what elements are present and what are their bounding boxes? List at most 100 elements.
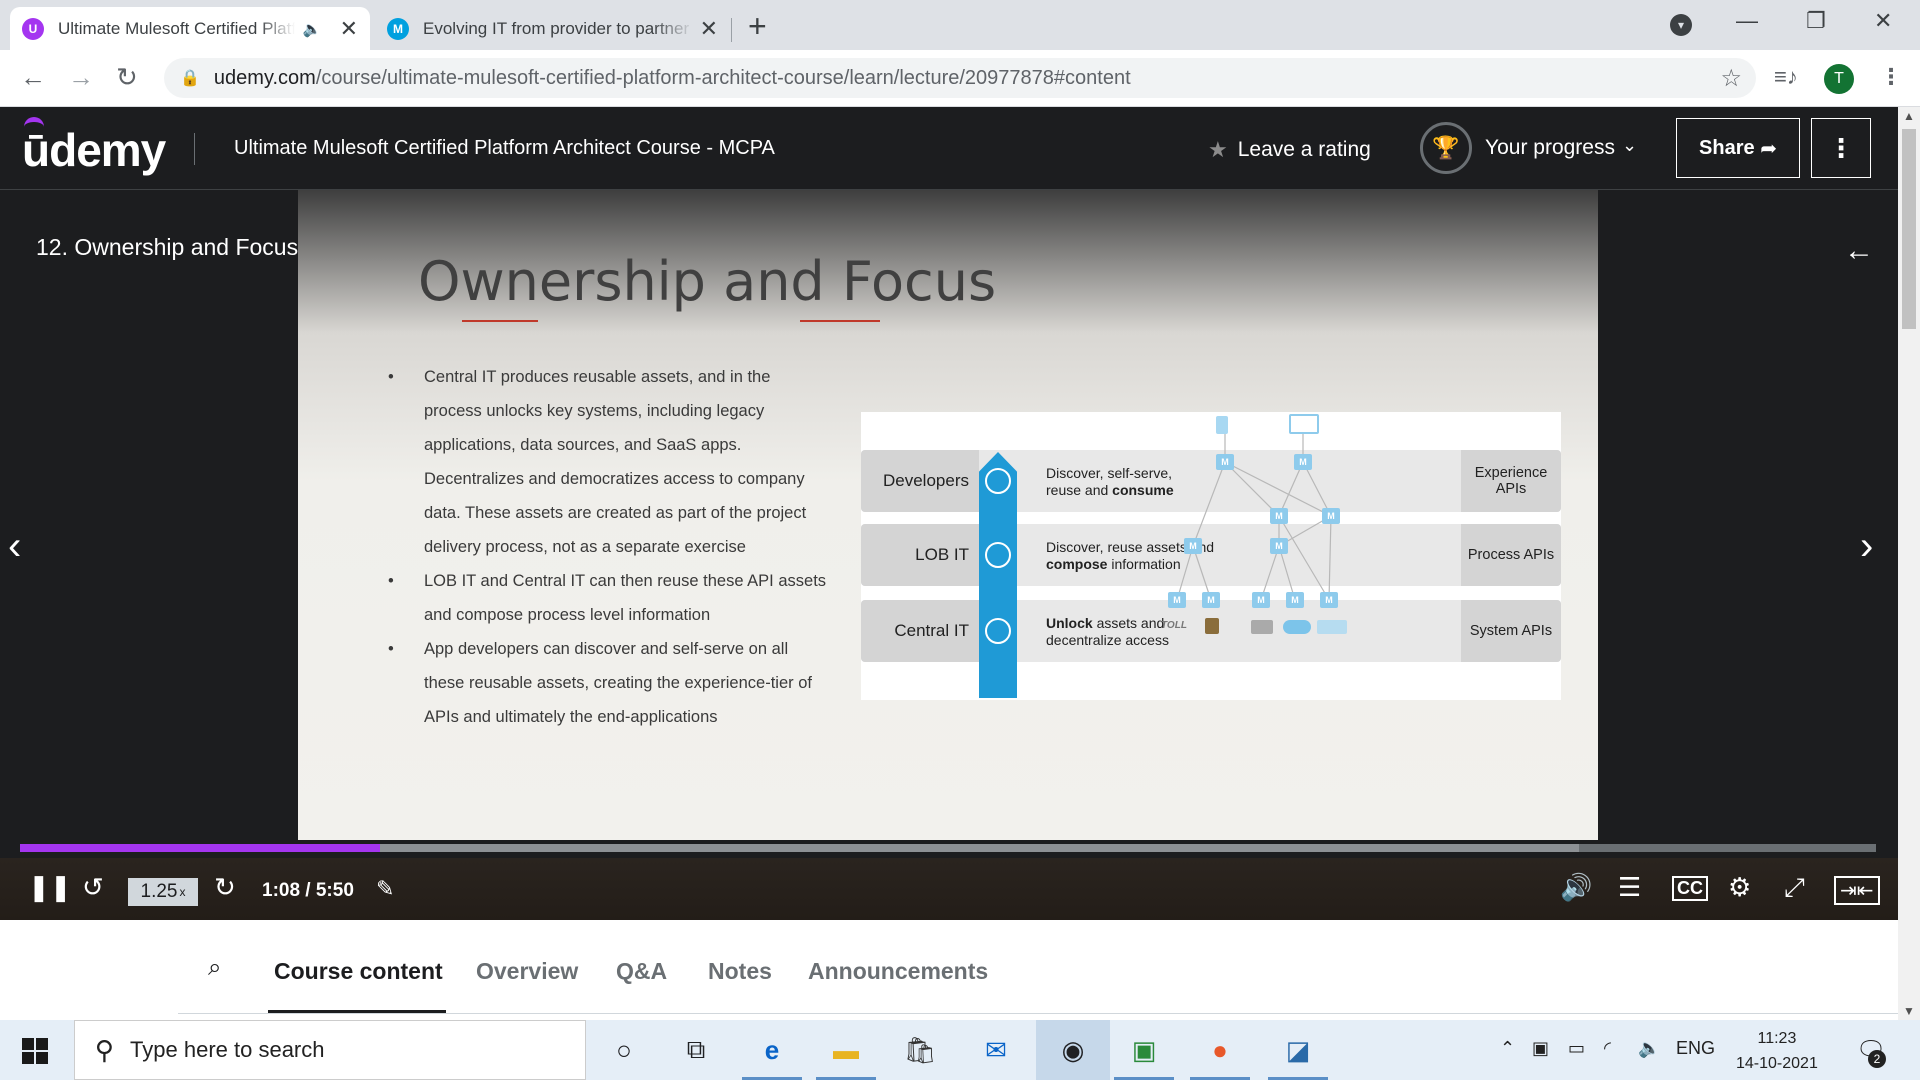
- expand-view-icon[interactable]: ⇥⇤: [1834, 876, 1880, 905]
- lock-icon: 🔒: [180, 70, 200, 87]
- database-icon: [1251, 620, 1273, 634]
- mule-node-icon: M: [1270, 538, 1288, 554]
- scrollbar-thumb[interactable]: [1902, 129, 1916, 329]
- chevron-down-icon[interactable]: ⌄: [1622, 135, 1637, 156]
- tab-title: Ultimate Mulesoft Certified Platform Arc…: [58, 18, 295, 38]
- mule-node-icon: M: [1294, 454, 1312, 470]
- tab-close-icon[interactable]: ✕: [700, 16, 718, 42]
- notification-count: 2: [1868, 1050, 1886, 1068]
- course-title[interactable]: Ultimate Mulesoft Certified Platform Arc…: [234, 137, 775, 160]
- browser-tab-mulesoft[interactable]: M Evolving IT from provider to partner ✕: [375, 7, 730, 50]
- app-icon-green[interactable]: ▣: [1114, 1030, 1174, 1080]
- wifi-icon[interactable]: ◜: [1604, 1038, 1611, 1059]
- app-icon-blue[interactable]: ◪: [1268, 1030, 1328, 1080]
- taskbar-clock[interactable]: 11:23 14-10-2021: [1736, 1026, 1818, 1076]
- mail-icon[interactable]: ✉: [976, 1030, 1016, 1070]
- tab-audio-icon[interactable]: 🔈: [303, 20, 322, 38]
- profile-avatar[interactable]: T: [1824, 64, 1854, 94]
- udemy-logo[interactable]: ūdemy: [22, 117, 166, 177]
- language-indicator[interactable]: ENG: [1676, 1038, 1715, 1059]
- video-player[interactable]: 12. Ownership and Focus ← ‹ › Ownership …: [0, 190, 1898, 920]
- search-icon[interactable]: ⌕: [208, 954, 221, 982]
- show-hidden-icons-icon[interactable]: ⌃: [1500, 1038, 1515, 1059]
- media-control-icon[interactable]: ≡♪: [1774, 64, 1798, 90]
- leave-rating-button[interactable]: ★ Leave a rating: [1208, 137, 1371, 163]
- tab-announcements[interactable]: Announcements: [808, 958, 988, 985]
- address-bar[interactable]: 🔒 udemy.com/course/ultimate-mulesoft-cer…: [164, 58, 1756, 98]
- url-domain: udemy.com: [213, 66, 316, 89]
- file-explorer-icon[interactable]: ▬: [816, 1030, 876, 1080]
- add-note-icon[interactable]: ✎: [376, 876, 394, 902]
- playback-rate-button[interactable]: 1.25 x: [128, 878, 198, 906]
- settings-gear-icon[interactable]: ⚙: [1728, 872, 1751, 903]
- next-lecture-icon[interactable]: ›: [1860, 524, 1873, 569]
- leave-rating-label: Leave a rating: [1237, 138, 1371, 161]
- back-arrow-icon[interactable]: ←: [1844, 234, 1874, 268]
- page-scrollbar[interactable]: ▲ ▼: [1898, 107, 1920, 1020]
- fullscreen-icon[interactable]: ⤢: [1784, 872, 1805, 904]
- pause-icon[interactable]: ❚❚: [28, 872, 72, 903]
- tab-close-icon[interactable]: ✕: [340, 16, 358, 42]
- tab-course-content[interactable]: Course content: [274, 958, 443, 985]
- taskbar-search-box[interactable]: ⚲ Type here to search: [74, 1020, 586, 1080]
- seek-played: [20, 844, 381, 852]
- restore-icon[interactable]: ❐: [1806, 8, 1826, 34]
- windows-start-icon[interactable]: [22, 1038, 48, 1064]
- tab-search-icon[interactable]: ▾: [1670, 14, 1692, 36]
- slide-bullets: Central IT produces reusable assets, and…: [388, 360, 828, 734]
- udemy-header: ūdemy Ultimate Mulesoft Certified Platfo…: [0, 107, 1898, 190]
- mule-node-icon: M: [1320, 592, 1338, 608]
- forward-5-icon[interactable]: ↻: [214, 872, 236, 903]
- chrome-icon[interactable]: ◉: [1036, 1020, 1110, 1080]
- minimize-icon[interactable]: —: [1736, 8, 1758, 34]
- lecture-slide: Ownership and Focus Central IT produces …: [298, 190, 1598, 840]
- mule-node-icon: M: [1270, 508, 1288, 524]
- share-button[interactable]: Share ➦: [1676, 118, 1800, 178]
- forward-icon[interactable]: →: [68, 62, 94, 93]
- your-progress-label[interactable]: Your progress: [1485, 136, 1615, 160]
- mule-node-icon: M: [1286, 592, 1304, 608]
- rewind-5-icon[interactable]: ↺: [82, 872, 104, 903]
- tab-notes[interactable]: Notes: [708, 958, 772, 985]
- store-icon[interactable]: 🛍: [900, 1030, 940, 1070]
- new-tab-icon[interactable]: +: [748, 8, 767, 45]
- task-view-icon[interactable]: ⧉: [676, 1030, 716, 1070]
- clock-time: 11:23: [1757, 1030, 1797, 1047]
- bookmark-star-icon[interactable]: ☆: [1720, 64, 1742, 93]
- transcript-icon[interactable]: ☰: [1618, 872, 1641, 903]
- tab-overview[interactable]: Overview: [476, 958, 578, 985]
- back-icon[interactable]: ←: [20, 62, 46, 93]
- more-options-button[interactable]: ⋮: [1811, 118, 1871, 178]
- volume-icon[interactable]: 🔊: [1560, 872, 1592, 903]
- browser-toolbar: ← → ↻ 🔒 udemy.com/course/ultimate-muleso…: [0, 50, 1920, 107]
- scroll-down-icon[interactable]: ▼: [1903, 1004, 1915, 1018]
- salesforce-cloud-icon: [1283, 620, 1311, 634]
- mule-node-icon: M: [1202, 592, 1220, 608]
- logo-text: ūdemy: [22, 124, 166, 176]
- tab-qa[interactable]: Q&A: [616, 958, 667, 985]
- close-window-icon[interactable]: ✕: [1874, 8, 1892, 34]
- previous-lecture-icon[interactable]: ‹: [8, 524, 21, 569]
- header-divider: [194, 133, 195, 165]
- app-icon-orange[interactable]: ●: [1190, 1030, 1250, 1080]
- speaker-icon[interactable]: 🔈: [1638, 1038, 1660, 1059]
- video-controls: ❚❚ ↺ 1.25 x ↻ 1:08 / 5:50 ✎ 🔊 ☰ CC ⚙ ⤢ ⇥⇤: [0, 858, 1898, 920]
- video-seekbar[interactable]: [20, 844, 1876, 852]
- toll-logo: TOLL: [1161, 620, 1187, 631]
- captions-icon[interactable]: CC: [1672, 876, 1708, 901]
- cortana-icon[interactable]: ○: [604, 1030, 644, 1070]
- tab-title: Evolving IT from provider to partner: [423, 18, 690, 38]
- browser-tabstrip: U Ultimate Mulesoft Certified Platform A…: [0, 0, 1920, 50]
- reload-icon[interactable]: ↻: [116, 62, 138, 93]
- scroll-up-icon[interactable]: ▲: [1903, 109, 1915, 123]
- slide-bullet: Central IT produces reusable assets, and…: [388, 360, 828, 564]
- edge-icon[interactable]: e: [742, 1030, 802, 1080]
- browser-menu-icon[interactable]: ⋮: [1880, 64, 1902, 90]
- tray-app-icon[interactable]: ▣: [1532, 1038, 1549, 1059]
- trophy-icon[interactable]: 🏆: [1420, 122, 1472, 174]
- video-time: 1:08 / 5:50: [262, 880, 354, 901]
- battery-icon[interactable]: ▭: [1568, 1038, 1585, 1059]
- browser-tab-udemy[interactable]: U Ultimate Mulesoft Certified Platform A…: [10, 7, 370, 50]
- ups-logo-icon: [1205, 618, 1219, 634]
- share-label: Share: [1699, 136, 1755, 159]
